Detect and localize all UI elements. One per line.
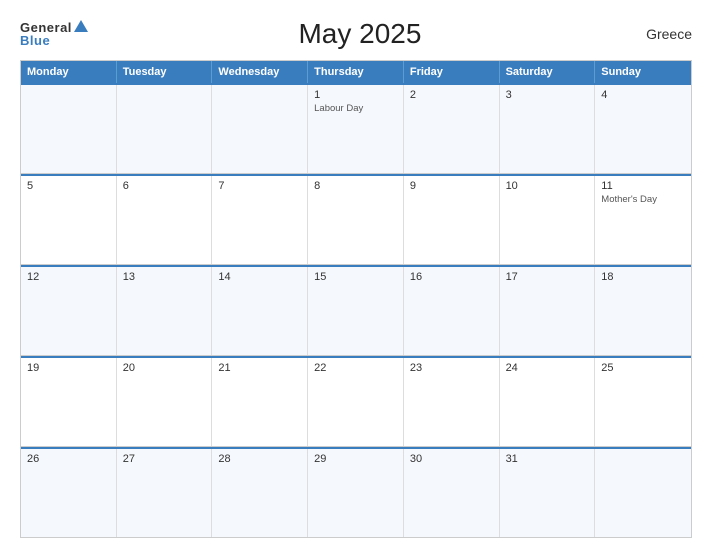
- calendar-cell: 27: [117, 449, 213, 537]
- calendar-cell: 9: [404, 176, 500, 264]
- calendar-cell: 29: [308, 449, 404, 537]
- calendar-cell: 20: [117, 358, 213, 446]
- calendar-cell: 7: [212, 176, 308, 264]
- calendar-cell: 4: [595, 85, 691, 173]
- cell-day-number: 19: [27, 362, 110, 374]
- cell-day-number: 30: [410, 453, 493, 465]
- calendar-cell: 10: [500, 176, 596, 264]
- cell-day-number: 11: [601, 180, 685, 192]
- page: General Blue May 2025 Greece MondayTuesd…: [0, 0, 712, 550]
- calendar-cell: 15: [308, 267, 404, 355]
- calendar-header-cell: Saturday: [500, 61, 596, 83]
- calendar-week: 12 13 14 15 16 17 18: [21, 265, 691, 356]
- country-label: Greece: [632, 26, 692, 42]
- calendar-week: 1 Labour Day 2 34: [21, 83, 691, 174]
- calendar-cell: 26: [21, 449, 117, 537]
- cell-day-number: 20: [123, 362, 206, 374]
- calendar-header-cell: Thursday: [308, 61, 404, 83]
- cell-day-number: 13: [123, 271, 206, 283]
- calendar-cell: 1 Labour Day: [308, 85, 404, 173]
- calendar-cell: 11 Mother's Day: [595, 176, 691, 264]
- cell-event-label: Labour Day: [314, 103, 397, 114]
- calendar-header-cell: Tuesday: [117, 61, 213, 83]
- cell-day-number: 27: [123, 453, 206, 465]
- calendar-cell: 25: [595, 358, 691, 446]
- cell-day-number: 14: [218, 271, 301, 283]
- calendar-cell: 14: [212, 267, 308, 355]
- calendar-header-cell: Sunday: [595, 61, 691, 83]
- calendar-cell: 18: [595, 267, 691, 355]
- calendar-cell: 13: [117, 267, 213, 355]
- calendar-title: May 2025: [88, 18, 632, 50]
- cell-day-number: 4: [601, 89, 685, 101]
- calendar-cell: 12: [21, 267, 117, 355]
- cell-day-number: 15: [314, 271, 397, 283]
- calendar-cell: 6: [117, 176, 213, 264]
- calendar-cell: 5: [21, 176, 117, 264]
- cell-day-number: 24: [506, 362, 589, 374]
- calendar-cell: [21, 85, 117, 173]
- cell-day-number: 8: [314, 180, 397, 192]
- calendar-cell: 28: [212, 449, 308, 537]
- cell-day-number: 1: [314, 89, 397, 101]
- calendar-cell: 3: [500, 85, 596, 173]
- calendar-cell: 2: [404, 85, 500, 173]
- calendar-cell: 17: [500, 267, 596, 355]
- cell-day-number: 31: [506, 453, 589, 465]
- cell-day-number: 16: [410, 271, 493, 283]
- calendar-cell: 30: [404, 449, 500, 537]
- calendar-cell: 23: [404, 358, 500, 446]
- calendar-week: 26 27 28 29 30 31: [21, 447, 691, 537]
- logo: General Blue: [20, 21, 88, 47]
- calendar-cell: 8: [308, 176, 404, 264]
- calendar-cell: 31: [500, 449, 596, 537]
- cell-day-number: 26: [27, 453, 110, 465]
- calendar-cell: [595, 449, 691, 537]
- cell-day-number: 6: [123, 180, 206, 192]
- cell-day-number: 25: [601, 362, 685, 374]
- cell-day-number: 23: [410, 362, 493, 374]
- calendar-cell: [117, 85, 213, 173]
- cell-day-number: 28: [218, 453, 301, 465]
- calendar-cell: 21: [212, 358, 308, 446]
- cell-day-number: 3: [506, 89, 589, 101]
- cell-day-number: 21: [218, 362, 301, 374]
- cell-event-label: Mother's Day: [601, 194, 685, 205]
- cell-day-number: 29: [314, 453, 397, 465]
- cell-day-number: 18: [601, 271, 685, 283]
- cell-day-number: 17: [506, 271, 589, 283]
- cell-day-number: 2: [410, 89, 493, 101]
- calendar-cell: 22: [308, 358, 404, 446]
- logo-triangle-icon: [74, 20, 88, 32]
- calendar-cell: [212, 85, 308, 173]
- cell-day-number: 10: [506, 180, 589, 192]
- header: General Blue May 2025 Greece: [20, 18, 692, 50]
- calendar-week: 5 67 8 9 10 11 Mother's Day: [21, 174, 691, 265]
- calendar: MondayTuesdayWednesdayThursdayFridaySatu…: [20, 60, 692, 538]
- cell-day-number: 5: [27, 180, 110, 192]
- cell-day-number: 12: [27, 271, 110, 283]
- calendar-header-cell: Friday: [404, 61, 500, 83]
- calendar-cell: 19: [21, 358, 117, 446]
- cell-day-number: 9: [410, 180, 493, 192]
- cell-day-number: 22: [314, 362, 397, 374]
- cell-day-number: 7: [218, 180, 301, 192]
- calendar-header-cell: Monday: [21, 61, 117, 83]
- calendar-header-row: MondayTuesdayWednesdayThursdayFridaySatu…: [21, 61, 691, 83]
- calendar-header-cell: Wednesday: [212, 61, 308, 83]
- calendar-cell: 16: [404, 267, 500, 355]
- logo-blue-text: Blue: [20, 34, 50, 47]
- calendar-week: 19 20 21 22 23 24 25: [21, 356, 691, 447]
- calendar-body: 1Labour Day234567891011Mother's Day12131…: [21, 83, 691, 537]
- calendar-cell: 24: [500, 358, 596, 446]
